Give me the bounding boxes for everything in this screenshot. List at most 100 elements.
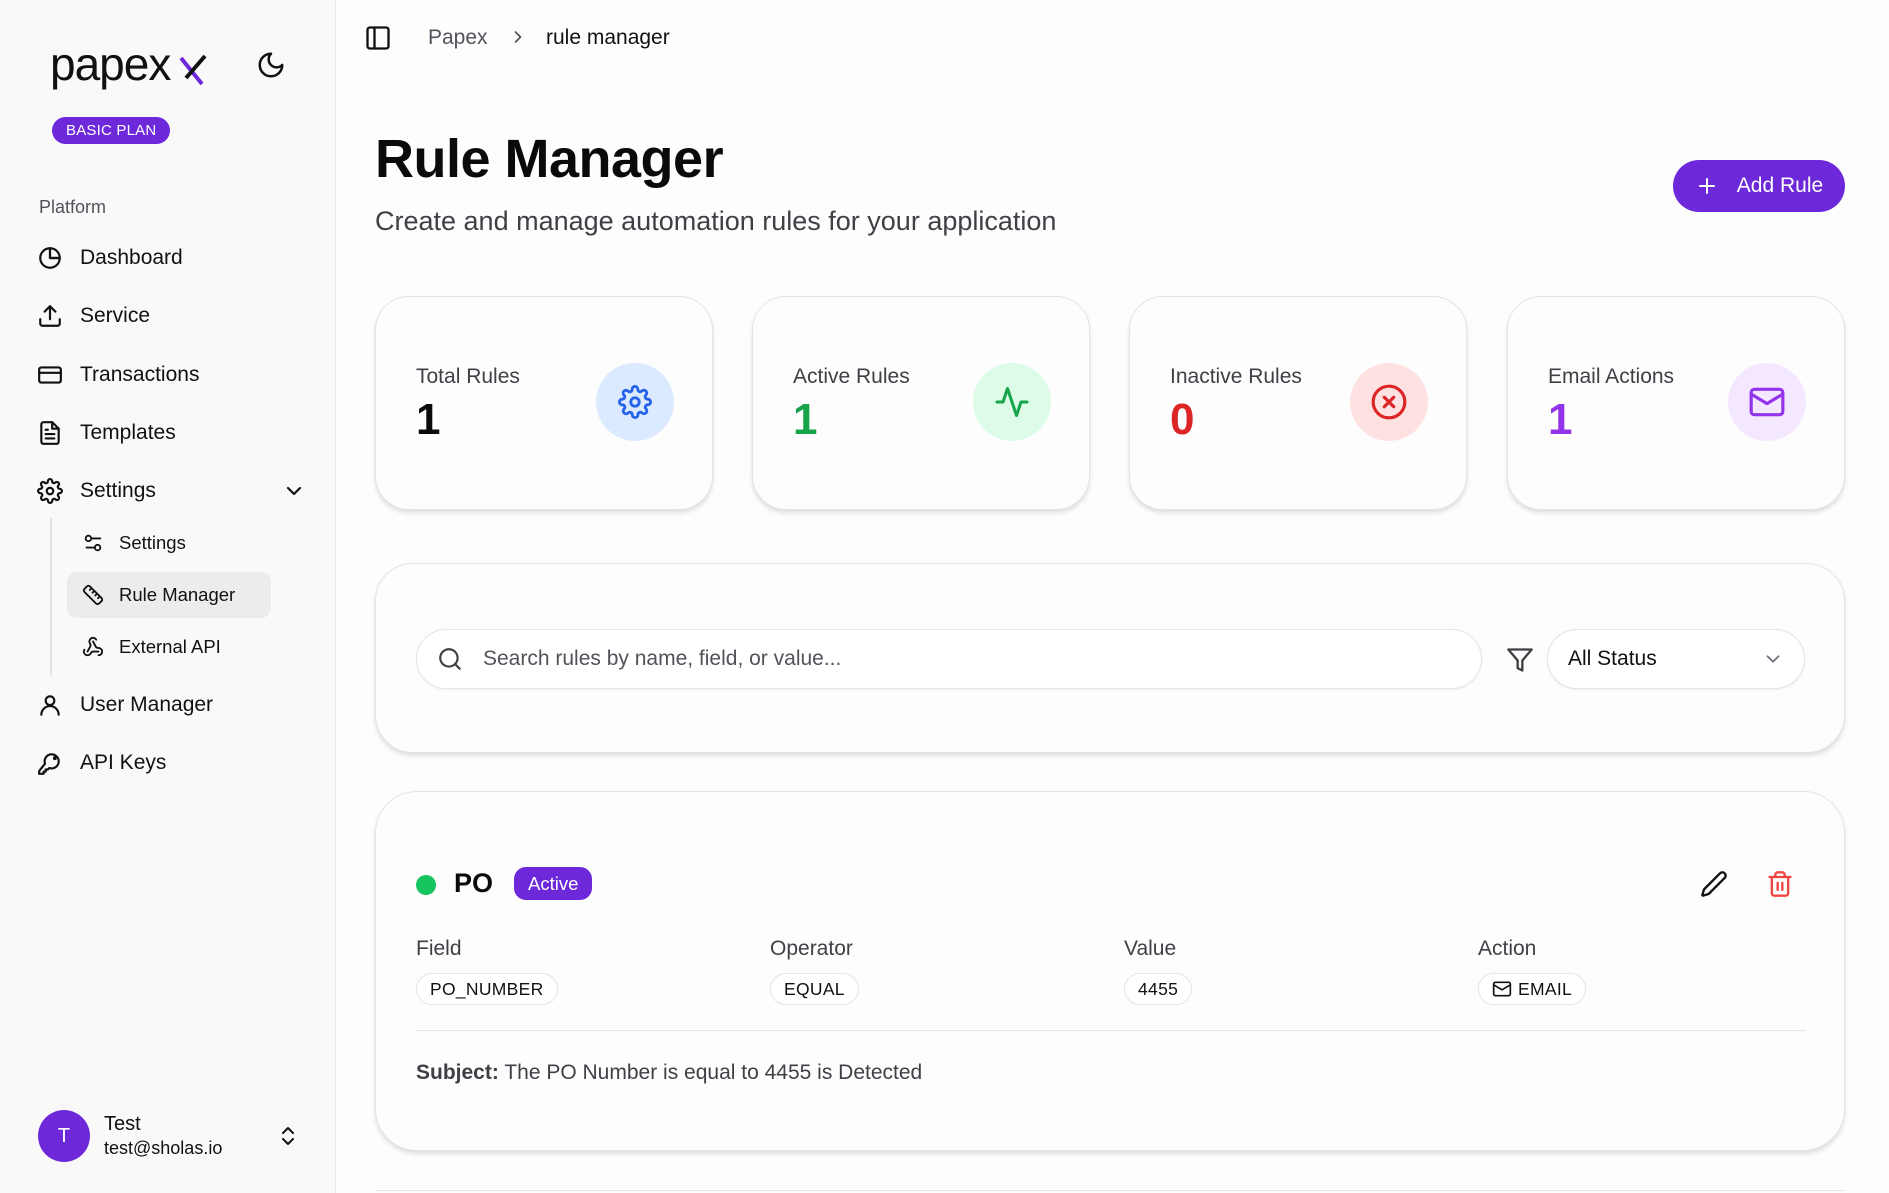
submenu-line [50, 518, 52, 676]
ruler-icon [81, 583, 105, 607]
status-select-value: All Status [1568, 647, 1657, 670]
sidebar-item-label: Transactions [80, 363, 200, 386]
status-select[interactable]: All Status [1547, 629, 1805, 689]
key-icon [36, 749, 64, 777]
sidebar-item-dashboard[interactable]: Dashboard [36, 234, 306, 282]
trash-icon[interactable] [1766, 870, 1794, 898]
sidebar-item-label: API Keys [80, 751, 167, 774]
sidebar-subitem-settings[interactable]: Settings [67, 520, 200, 566]
rule-action: Action EMAIL [1478, 937, 1587, 1005]
file-text-icon [36, 419, 64, 447]
mail-icon [1492, 981, 1512, 997]
search-input[interactable] [483, 647, 1383, 671]
value-label: Value [1124, 937, 1177, 960]
upload-icon [36, 302, 64, 330]
sidebar-item-api-keys[interactable]: API Keys [36, 739, 306, 787]
sidebar-item-settings[interactable]: Settings [36, 467, 306, 515]
pencil-icon[interactable] [1700, 870, 1728, 898]
operator-label: Operator [770, 937, 853, 960]
action-pill: EMAIL [1478, 973, 1587, 1005]
sidebar-item-label: Templates [80, 421, 176, 444]
stat-icon-bubble [596, 363, 674, 441]
stat-value: 0 [1170, 395, 1195, 444]
rule-card: PO Active Field PO_NUMBER Operator EQUAL… [375, 791, 1845, 1151]
activity-icon [995, 387, 1029, 417]
user-email: test@sholas.io [104, 1138, 223, 1158]
subitem-label: Rule Manager [119, 584, 236, 605]
mail-icon [1749, 387, 1785, 417]
subject-text: The PO Number is equal to 4455 is Detect… [504, 1061, 923, 1084]
stat-value: 1 [416, 395, 441, 444]
sidebar-item-user-manager[interactable]: User Manager [36, 681, 306, 729]
add-rule-label: Add Rule [1736, 174, 1824, 197]
sidebar-item-label: Settings [80, 479, 156, 502]
rule-value: Value 4455 [1124, 937, 1193, 1005]
status-dot [416, 875, 436, 895]
sidebar-toggle-icon[interactable] [364, 24, 392, 52]
avatar: T [38, 1110, 90, 1162]
user-icon [36, 691, 64, 719]
papex-logo[interactable]: papex [50, 44, 210, 92]
sidebar-item-templates[interactable]: Templates [36, 409, 306, 457]
filter-panel: All Status [375, 563, 1845, 753]
page-subtitle: Create and manage automation rules for y… [375, 206, 1057, 236]
chevron-down-icon [1766, 655, 1780, 663]
stat-icon-bubble [973, 363, 1051, 441]
sidebar-item-label: Dashboard [80, 246, 183, 269]
subject-label: Subject: [416, 1061, 499, 1084]
chevron-right-icon [514, 31, 522, 43]
page-title: Rule Manager [375, 129, 724, 189]
plan-badge: BASIC PLAN [52, 117, 171, 144]
webhook-icon [81, 635, 105, 659]
x-circle-icon [1371, 384, 1407, 420]
sliders-icon [81, 531, 105, 555]
subitem-label: External API [119, 636, 221, 657]
logo-text: papex [50, 44, 171, 90]
status-badge: Active [514, 867, 593, 900]
sidebar-subitem-external-api[interactable]: External API [67, 624, 235, 670]
stat-label: Active Rules [793, 365, 910, 388]
plus-icon [1698, 178, 1715, 194]
stat-label: Inactive Rules [1170, 365, 1302, 388]
search-icon [439, 648, 461, 670]
breadcrumb-current: rule manager [546, 26, 670, 49]
breadcrumb-papex[interactable]: Papex [428, 26, 488, 50]
stat-label: Email Actions [1548, 365, 1675, 388]
stat-icon-bubble [1350, 363, 1428, 441]
section-label: Platform [39, 197, 107, 217]
field-pill: PO_NUMBER [416, 973, 558, 1005]
gear-icon [618, 385, 652, 419]
search-box[interactable] [416, 629, 1482, 689]
rule-field: Field PO_NUMBER [416, 937, 558, 1005]
field-label: Field [416, 937, 462, 960]
sidebar-item-transactions[interactable]: Transactions [36, 351, 306, 399]
stat-card-inactive: Inactive Rules 0 [1129, 296, 1467, 510]
user-name: Test [104, 1113, 141, 1135]
add-rule-button[interactable]: Add Rule [1673, 160, 1845, 212]
stat-value: 1 [793, 395, 818, 444]
sidebar-item-service[interactable]: Service [36, 292, 306, 340]
sidebar-item-label: Service [80, 304, 151, 327]
divider [416, 1030, 1806, 1031]
chevron-down-icon[interactable] [282, 479, 306, 503]
operator-pill: EQUAL [770, 973, 859, 1005]
action-text: EMAIL [1518, 978, 1573, 999]
stat-value: 1 [1548, 395, 1573, 444]
pie-chart-icon [36, 244, 64, 272]
stat-label: Total Rules [416, 365, 520, 388]
sidebar: papex BASIC PLAN Platform Dashboard Serv… [0, 0, 336, 1193]
value-pill: 4455 [1124, 973, 1193, 1005]
rule-subject: Subject: The PO Number is equal to 4455 … [416, 1061, 922, 1085]
moon-icon[interactable] [256, 50, 286, 80]
chevrons-up-down-icon [282, 1127, 294, 1145]
rule-name: PO [454, 868, 494, 898]
filter-icon[interactable] [1506, 646, 1534, 674]
gear-icon [36, 477, 64, 505]
rule-operator: Operator EQUAL [770, 937, 859, 1005]
sidebar-subitem-rule-manager[interactable]: Rule Manager [67, 572, 271, 618]
stat-card-email: Email Actions 1 [1507, 296, 1845, 510]
action-label: Action [1478, 937, 1537, 960]
sidebar-item-label: User Manager [80, 693, 214, 716]
user-menu[interactable]: T Test test@sholas.io [38, 1108, 300, 1164]
stat-icon-bubble [1728, 363, 1806, 441]
